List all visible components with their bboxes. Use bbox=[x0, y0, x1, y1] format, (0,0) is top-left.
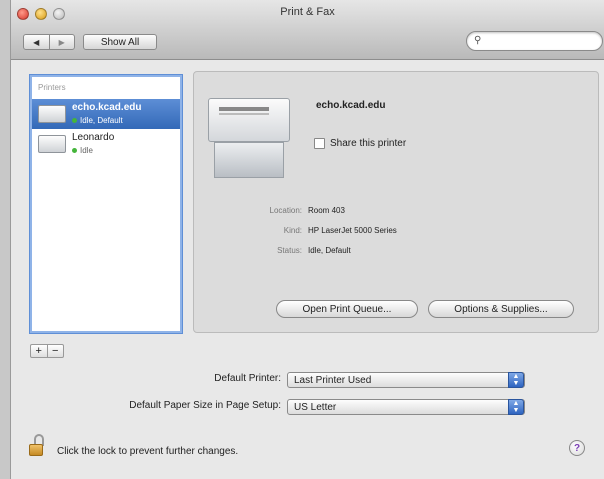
default-printer-value: Last Printer Used bbox=[294, 374, 372, 386]
printer-list-item[interactable]: Leonardo Idle bbox=[32, 129, 180, 159]
printer-name: echo.kcad.edu bbox=[72, 102, 142, 113]
printer-list-item[interactable]: echo.kcad.edu Idle, Default bbox=[32, 99, 180, 129]
selected-printer-name: echo.kcad.edu bbox=[316, 100, 386, 111]
printer-list[interactable]: Printers echo.kcad.edu Idle, Default Leo… bbox=[30, 75, 182, 333]
kind-label: Kind: bbox=[283, 226, 302, 235]
search-field[interactable]: ⚲ bbox=[466, 31, 603, 51]
add-remove-control: + − bbox=[30, 344, 64, 358]
status-dot-icon bbox=[72, 148, 77, 153]
share-printer-checkbox[interactable] bbox=[314, 138, 325, 149]
share-printer-option[interactable]: Share this printer bbox=[314, 138, 406, 149]
show-all-button[interactable]: Show All bbox=[83, 34, 157, 50]
add-printer-button[interactable]: + bbox=[31, 345, 47, 357]
location-value: Room 403 bbox=[308, 206, 345, 215]
back-forward-control: ◀ ▶ bbox=[23, 34, 75, 50]
status-label: Status: bbox=[277, 246, 302, 255]
printer-name: Leonardo bbox=[72, 132, 115, 143]
status-value: Idle, Default bbox=[308, 246, 351, 255]
paper-size-value: US Letter bbox=[294, 401, 337, 413]
printer-detail-panel: echo.kcad.edu Share this printer Locatio… bbox=[193, 71, 599, 333]
open-print-queue-button[interactable]: Open Print Queue... bbox=[276, 300, 418, 318]
lock-message: Click the lock to prevent further change… bbox=[57, 446, 239, 457]
printer-icon bbox=[38, 105, 66, 123]
popup-arrows-icon: ▲ ▼ bbox=[508, 372, 524, 388]
title-bar: Print & Fax ◀ ▶ Show All ⚲ bbox=[11, 0, 604, 60]
status-dot-icon bbox=[72, 118, 77, 123]
forward-arrow-icon[interactable]: ▶ bbox=[48, 35, 75, 49]
default-printer-label: Default Printer: bbox=[214, 373, 281, 384]
printer-status: Idle, Default bbox=[80, 116, 123, 125]
help-button[interactable]: ? bbox=[569, 440, 585, 456]
kind-value: HP LaserJet 5000 Series bbox=[308, 226, 397, 235]
back-arrow-icon[interactable]: ◀ bbox=[24, 35, 49, 49]
popup-arrows-icon: ▲ ▼ bbox=[508, 399, 524, 415]
lock-icon[interactable] bbox=[29, 434, 47, 458]
print-fax-window: Print & Fax ◀ ▶ Show All ⚲ Printers echo… bbox=[10, 0, 604, 479]
location-label: Location: bbox=[269, 206, 302, 215]
printer-icon bbox=[38, 135, 66, 153]
search-icon: ⚲ bbox=[474, 35, 482, 46]
printer-large-icon bbox=[208, 98, 290, 178]
window-title: Print & Fax bbox=[280, 6, 335, 18]
printer-status: Idle bbox=[80, 146, 93, 155]
share-printer-label: Share this printer bbox=[330, 138, 407, 149]
paper-size-label: Default Paper Size in Page Setup: bbox=[129, 400, 281, 411]
printer-list-header: Printers bbox=[38, 83, 66, 92]
options-supplies-button[interactable]: Options & Supplies... bbox=[428, 300, 574, 318]
paper-size-popup[interactable]: US Letter ▲ ▼ bbox=[287, 399, 525, 415]
remove-printer-button[interactable]: − bbox=[46, 345, 64, 357]
default-printer-popup[interactable]: Last Printer Used ▲ ▼ bbox=[287, 372, 525, 388]
